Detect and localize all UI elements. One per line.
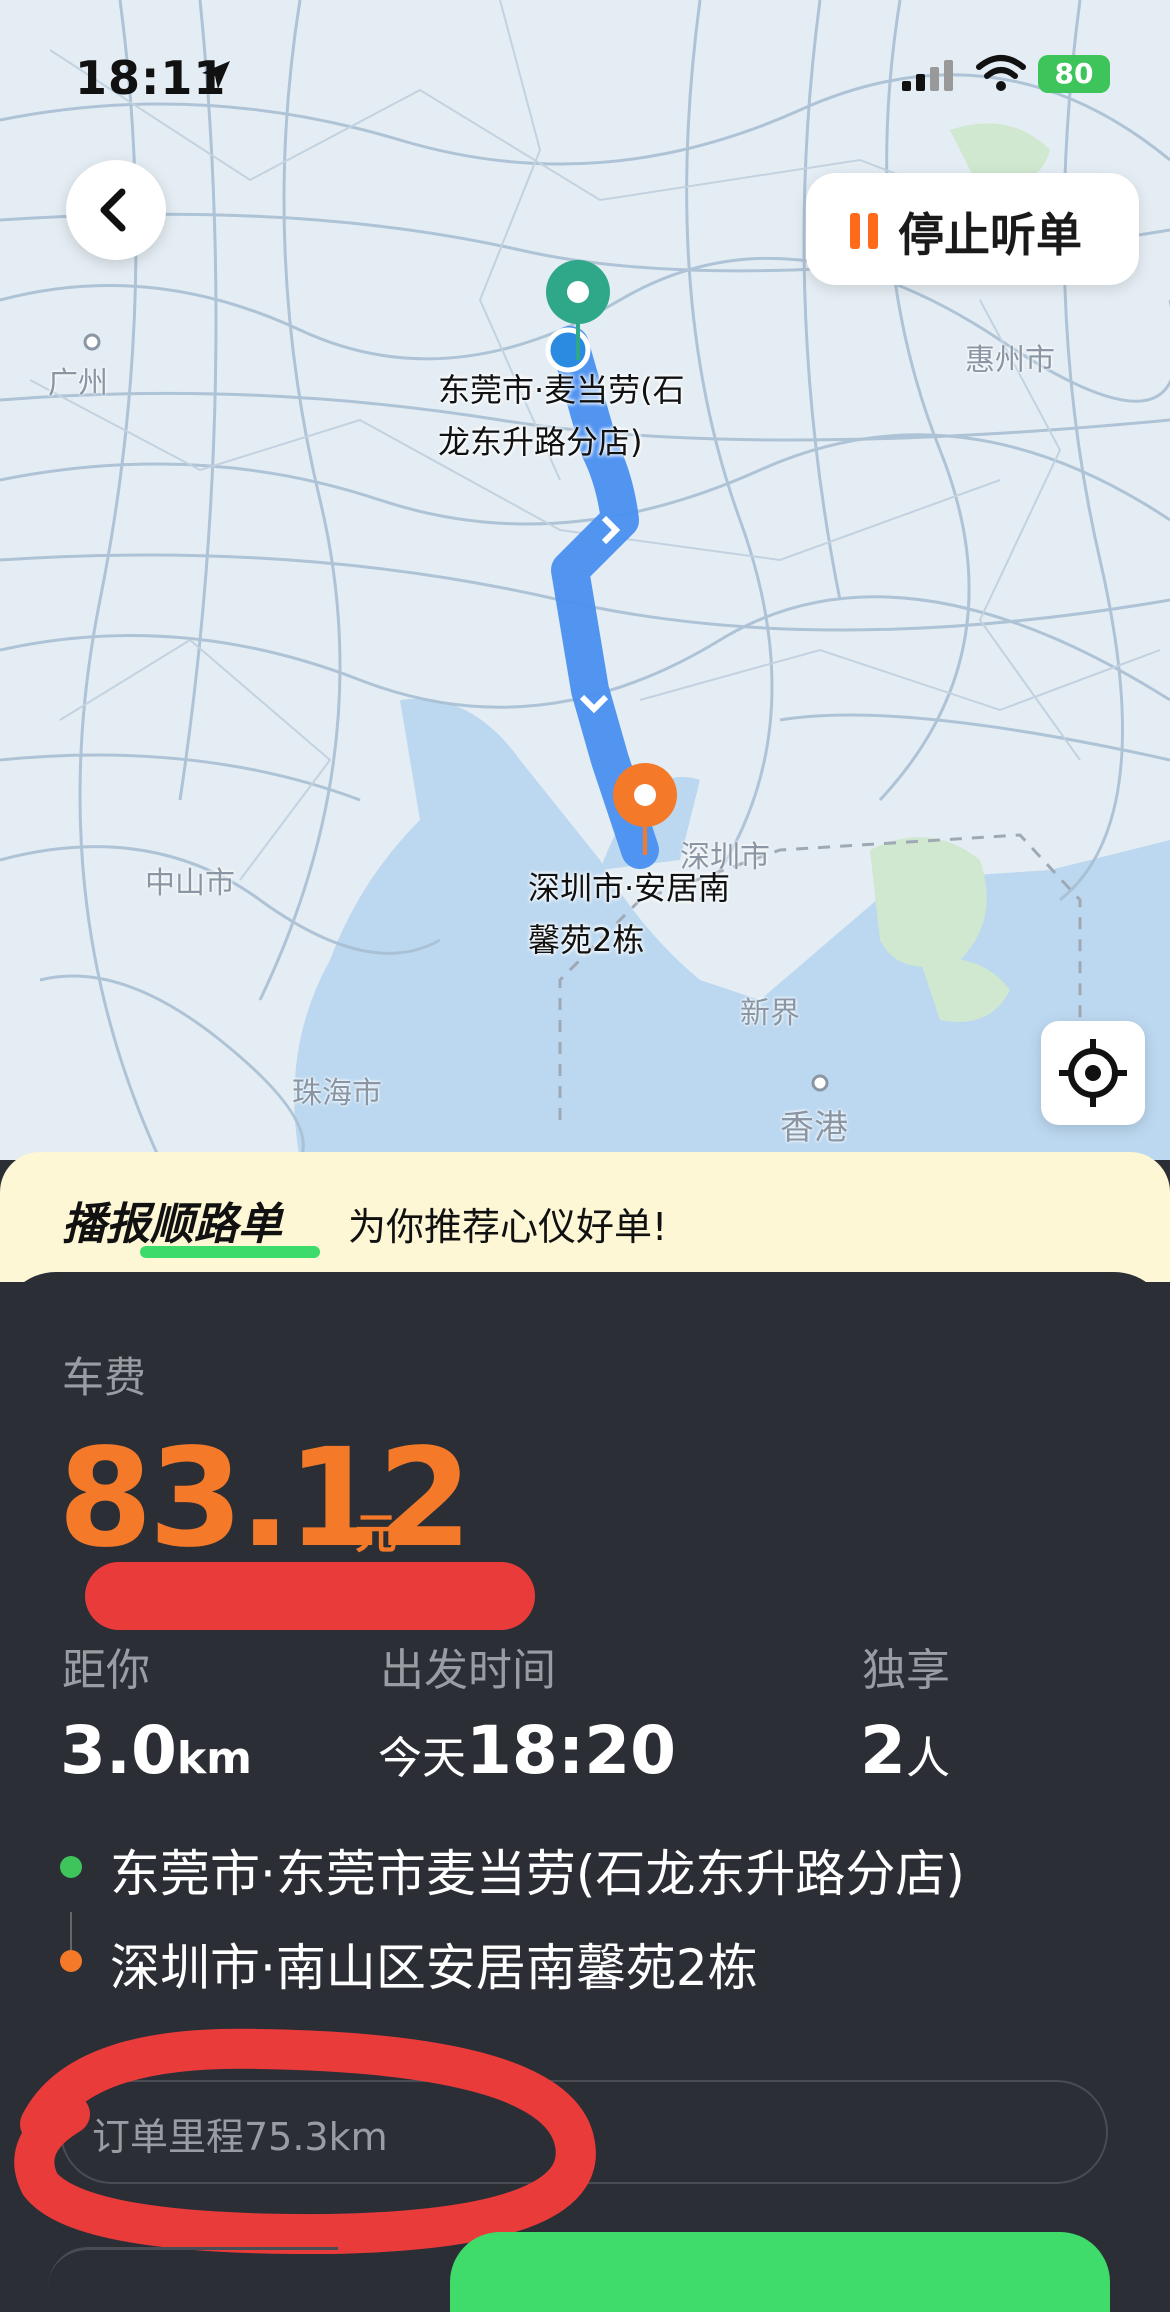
route-to-text: 深圳市·南山区安居南馨苑2栋 <box>110 1939 758 1997</box>
pickup-dot-icon <box>60 1856 82 1878</box>
city-label-zhuhai: 珠海市 <box>292 1076 382 1111</box>
departure-day: 今天 <box>378 1733 466 1784</box>
pickup-label-line1: 东莞市·麦当劳(石 <box>438 371 685 409</box>
city-label-xinjie: 新界 <box>740 996 800 1031</box>
accept-order-button[interactable] <box>450 2232 1110 2312</box>
banner-brand: 播报顺路单 <box>62 1199 282 1250</box>
passengers-value: 2人 <box>860 1712 950 1789</box>
dropoff-map-label: 深圳市·安居南 馨苑2栋 <box>528 862 730 966</box>
dropoff-label-line2: 馨苑2栋 <box>528 921 645 959</box>
city-label-guangzhou: 广州 <box>48 366 108 401</box>
route-from: 东莞市·东莞市麦当劳(石龙东升路分店) <box>60 1834 1140 1904</box>
departure-time: 18:20 <box>466 1712 677 1789</box>
fare-label: 车费 <box>62 1353 147 1402</box>
red-scribble-mark <box>85 1562 535 1630</box>
stop-listening-button[interactable]: 停止听单 <box>806 173 1139 285</box>
status-bar: 18:11 80 <box>0 45 1170 115</box>
distance-value: 3.0km <box>60 1712 252 1789</box>
red-circle-mark <box>14 2028 596 2254</box>
signal-icon <box>902 60 953 91</box>
ride-type-label: 独享 <box>862 1645 950 1696</box>
departure-time-value: 今天18:20 <box>378 1712 676 1789</box>
pause-icon <box>850 213 880 249</box>
distance-number: 3.0 <box>60 1712 177 1789</box>
pickup-map-label: 东莞市·麦当劳(石 龙东升路分店) <box>438 364 685 468</box>
city-label-hongkong: 香港 <box>780 1108 848 1148</box>
locate-me-button[interactable] <box>1041 1021 1145 1125</box>
city-label-huizhou: 惠州市 <box>965 343 1055 378</box>
banner-slogan: 为你推荐心仪好单! <box>348 1205 668 1249</box>
fare-unit: 元 <box>355 1509 398 1558</box>
wifi-icon <box>976 55 1026 91</box>
city-label-zhongshan: 中山市 <box>145 866 235 901</box>
location-arrow-icon <box>202 61 230 89</box>
passengers-number: 2 <box>860 1712 906 1789</box>
passengers-unit: 人 <box>905 1733 950 1784</box>
departure-time-label: 出发时间 <box>380 1645 556 1696</box>
route-to: 深圳市·南山区安居南馨苑2栋 <box>60 1928 1140 1998</box>
pickup-label-line2: 龙东升路分店) <box>438 423 643 461</box>
recommend-banner: 播报顺路单 为你推荐心仪好单! <box>0 1152 1170 1282</box>
distance-label: 距你 <box>62 1645 150 1696</box>
stop-listening-label: 停止听单 <box>898 208 1082 262</box>
crosshair-icon <box>1059 1039 1127 1107</box>
city-label-shenzhen: 深圳市 <box>680 840 770 875</box>
distance-unit: km <box>176 1733 253 1784</box>
back-button[interactable] <box>66 160 166 260</box>
dropoff-dot-icon <box>60 1950 82 1972</box>
fare-value: 83.12 <box>58 1420 472 1578</box>
battery-icon: 80 <box>1038 55 1110 93</box>
order-card: 车费 83.12 元 距你 出发时间 独享 3.0km 今天18:20 2人 东… <box>0 1272 1170 2312</box>
chevron-left-icon <box>100 188 126 232</box>
route-from-text: 东莞市·东莞市麦当劳(石龙东升路分店) <box>110 1845 965 1903</box>
